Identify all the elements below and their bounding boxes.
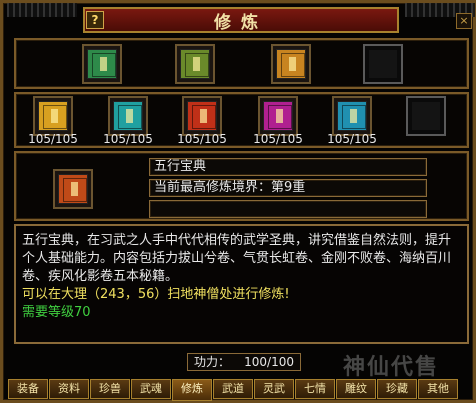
tab-item[interactable]: 灵武 xyxy=(254,379,294,399)
close-button[interactable]: × xyxy=(456,13,472,29)
description-box: 五行宝典，在习武之人手中代代相传的武学圣典，讲究借鉴自然法则，提升个人基础能力。… xyxy=(14,224,469,344)
item-slot[interactable] xyxy=(332,96,372,136)
power-display: 功力： 100/100 xyxy=(187,353,301,371)
item-slot[interactable] xyxy=(175,44,215,84)
item-slot[interactable] xyxy=(271,44,311,84)
tab-bar: 装备 资料 珍兽 武魂 修炼 武道 灵武 七情 雕纹 珍藏 其他 xyxy=(8,379,459,401)
top-slot-row xyxy=(14,38,469,89)
item-slot[interactable] xyxy=(33,96,73,136)
tab-item[interactable]: 珍藏 xyxy=(377,379,417,399)
tab-item[interactable]: 武魂 xyxy=(131,379,171,399)
bundle-scrolls-icon xyxy=(180,49,210,79)
help-button[interactable]: ? xyxy=(86,11,104,29)
power-label: 功力： xyxy=(194,355,231,369)
window-title: 修炼 xyxy=(214,12,268,33)
title-bar: 修炼 xyxy=(83,7,399,33)
power-value: 100/100 xyxy=(244,355,294,369)
empty-slot[interactable] xyxy=(363,44,403,84)
item-slot[interactable] xyxy=(108,96,148,136)
tab-item[interactable]: 雕纹 xyxy=(336,379,376,399)
yellow-book-icon xyxy=(38,101,68,131)
book-count: 105/105 xyxy=(177,132,227,146)
cultivation-window: 修炼 ? × 105/105 105/105 105/105 105/105 105/1… xyxy=(0,0,476,403)
book-count: 105/105 xyxy=(28,132,78,146)
scroll-book-icon xyxy=(87,49,117,79)
tab-item[interactable]: 七情 xyxy=(295,379,335,399)
realm-field: 当前最高修炼境界：第9重 xyxy=(149,179,427,197)
teal-book-icon xyxy=(337,101,367,131)
tab-item[interactable]: 装备 xyxy=(8,379,48,399)
selected-book-slot[interactable] xyxy=(53,169,93,209)
description-text: 五行宝典，在习武之人手中代代相传的武学圣典，讲究借鉴自然法则，提升个人基础能力。… xyxy=(22,233,452,284)
book-count: 105/105 xyxy=(327,132,377,146)
book-count: 105/105 xyxy=(253,132,303,146)
item-slot[interactable] xyxy=(82,44,122,84)
red-book-icon xyxy=(187,101,217,131)
book-count: 105/105 xyxy=(103,132,153,146)
cyan-book-icon xyxy=(113,101,143,131)
extra-info-field xyxy=(149,200,427,218)
requirement-text: 需要等级70 xyxy=(22,305,91,320)
tab-item[interactable]: 珍兽 xyxy=(90,379,130,399)
tab-item[interactable]: 修炼 xyxy=(172,379,212,401)
book-name-field: 五行宝典 xyxy=(149,158,427,176)
item-slot[interactable] xyxy=(258,96,298,136)
location-text: 可以在大理（243，56）扫地神僧处进行修炼! xyxy=(22,287,290,302)
magenta-book-icon xyxy=(263,101,293,131)
empty-slot[interactable] xyxy=(406,96,446,136)
five-elements-book-icon xyxy=(58,174,88,204)
tab-item[interactable]: 其他 xyxy=(418,379,458,399)
tab-item[interactable]: 武道 xyxy=(213,379,253,399)
tab-item[interactable]: 资料 xyxy=(49,379,89,399)
book-slot-row: 105/105 105/105 105/105 105/105 105/105 xyxy=(14,92,469,148)
corner-decoration-left xyxy=(7,3,77,17)
watermark: 神仙代售 xyxy=(343,354,440,380)
treasure-chest-icon xyxy=(276,49,306,79)
item-slot[interactable] xyxy=(182,96,222,136)
